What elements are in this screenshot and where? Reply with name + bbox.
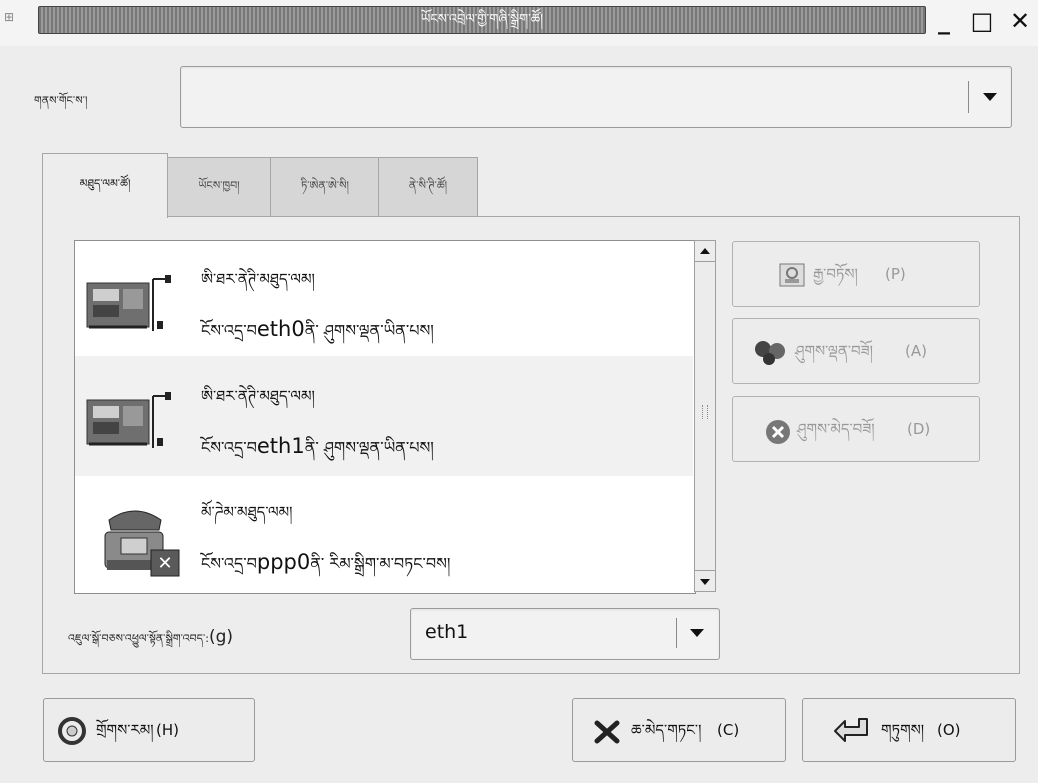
- properties-icon: [779, 263, 805, 287]
- gateway-label: འཇུལ་སྒོ་བཅས་འཕྱུལ་སྟོན་སྒྲིག་འབད་:(g): [68, 627, 234, 647]
- help-button[interactable]: གྲོགས་རམ། (H): [43, 698, 255, 762]
- connection-list[interactable]: ཨི་ཐར་ནེཊི་མཐུད་ལམ། ངོས་འདྲ་བeth0ནི་ ཤུག…: [74, 240, 696, 594]
- svg-text:✕: ✕: [157, 553, 172, 574]
- tab-hosts[interactable]: ནེ་སི་ཊི་ཚོ།: [378, 157, 478, 217]
- tab-dns[interactable]: ཏི་ཨེན་ཨེ་སི།: [270, 157, 380, 217]
- deactivate-icon: [766, 420, 790, 444]
- ok-mnemonic: (O): [937, 721, 961, 739]
- cancel-button[interactable]: ཆ་མེད་གཏང་། (C): [572, 698, 786, 762]
- gateway-combo[interactable]: eth1: [410, 608, 720, 660]
- connection-title: ཨི་ཐར་ནེཊི་མཐུད་ལམ།: [201, 387, 315, 405]
- deactivate-label: ཤུགས་མེད་བཟོ།: [797, 420, 875, 438]
- cancel-mnemonic: (C): [717, 721, 740, 739]
- activate-icon: [755, 341, 785, 365]
- activate-button[interactable]: ཤུགས་ལྡན་བཟོ། (A): [732, 318, 980, 384]
- scroll-up-button[interactable]: [694, 240, 716, 262]
- ethernet-card-icon: [86, 275, 171, 331]
- help-label: གྲོགས་རམ།: [96, 721, 154, 739]
- list-scrollbar[interactable]: [694, 240, 716, 592]
- tab-connections[interactable]: མཐུད་ལམ་ཚོ།: [42, 153, 168, 218]
- list-item[interactable]: ཨི་ཐར་ནེཊི་མཐུད་ལམ། ངོས་འདྲ་བeth0ནི་ ཤུག…: [75, 241, 693, 356]
- activate-label: ཤུགས་ལྡན་བཟོ།: [795, 342, 873, 360]
- chevron-down-icon[interactable]: [983, 93, 997, 101]
- profile-combo[interactable]: [180, 66, 1012, 128]
- properties-label: རྒྱ་བཏོས།: [813, 265, 858, 283]
- connection-status: ངོས་འདྲ་བppp0ནི་ རིམ་སྒྲིག་མ་བཏང་བས།: [201, 550, 451, 574]
- enter-arrow-icon: [834, 718, 868, 742]
- combo-separator: [676, 618, 677, 648]
- list-item[interactable]: ✕ མོ་ཌེམ་མཐུད་ལམ། ངོས་འདྲ་བppp0ནི་ རིམ་ས…: [75, 476, 693, 593]
- chevron-down-icon[interactable]: [690, 629, 704, 637]
- connection-status: ངོས་འདྲ་བeth1ནི་ ཤུགས་ལྡན་ཡིན་པས།: [201, 434, 434, 458]
- cancel-x-icon: [594, 720, 620, 744]
- scroll-down-button[interactable]: [694, 570, 716, 592]
- tab-general[interactable]: ཡོངས་ཁྱབ།: [166, 157, 272, 217]
- ethernet-card-icon: [86, 392, 171, 448]
- minimize-button[interactable]: _: [928, 4, 960, 38]
- close-button[interactable]: ✕: [1004, 4, 1036, 38]
- ok-label: གཏུགས།: [881, 721, 925, 739]
- modem-phone-icon: ✕: [104, 510, 180, 577]
- cancel-label: ཆ་མེད་གཏང་།: [631, 721, 702, 739]
- maximize-button[interactable]: □: [966, 4, 998, 38]
- profile-label: གནས་གོང་ས་།: [34, 94, 88, 107]
- activate-mnemonic: (A): [905, 342, 927, 360]
- help-lifebuoy-icon: [58, 717, 86, 745]
- gateway-value: eth1: [425, 621, 469, 643]
- title-bar: ⊞ ཡོངས་འབྲེལ་གྱི་གཞི་སྒྲིག་ཚོ། _ □ ✕: [0, 0, 1038, 46]
- deactivate-mnemonic: (D): [907, 420, 931, 438]
- connection-title: ཨི་ཐར་ནེཊི་མཐུད་ལམ།: [201, 270, 315, 288]
- connection-title: མོ་ཌེམ་མཐུད་ལམ།: [201, 503, 293, 521]
- window-title-area[interactable]: ཡོངས་འབྲེལ་གྱི་གཞི་སྒྲིག་ཚོ།: [38, 6, 926, 34]
- properties-button[interactable]: རྒྱ་བཏོས། (P): [732, 241, 980, 307]
- list-item[interactable]: ཨི་ཐར་ནེཊི་མཐུད་ལམ། ངོས་འདྲ་བeth1ནི་ ཤུག…: [75, 356, 693, 476]
- help-mnemonic: (H): [156, 721, 179, 739]
- scrollbar-grip[interactable]: [702, 405, 708, 419]
- network-config-icon[interactable]: ⊞: [4, 6, 32, 28]
- properties-mnemonic: (P): [885, 265, 906, 283]
- ok-button[interactable]: གཏུགས། (O): [802, 698, 1016, 762]
- combo-separator: [968, 81, 969, 113]
- connection-status: ངོས་འདྲ་བeth0ནི་ ཤུགས་ལྡན་ཡིན་པས།: [201, 317, 434, 341]
- deactivate-button[interactable]: ཤུགས་མེད་བཟོ། (D): [732, 396, 980, 462]
- window-title: ཡོངས་འབྲེལ་གྱི་གཞི་སྒྲིག་ཚོ།: [420, 12, 544, 27]
